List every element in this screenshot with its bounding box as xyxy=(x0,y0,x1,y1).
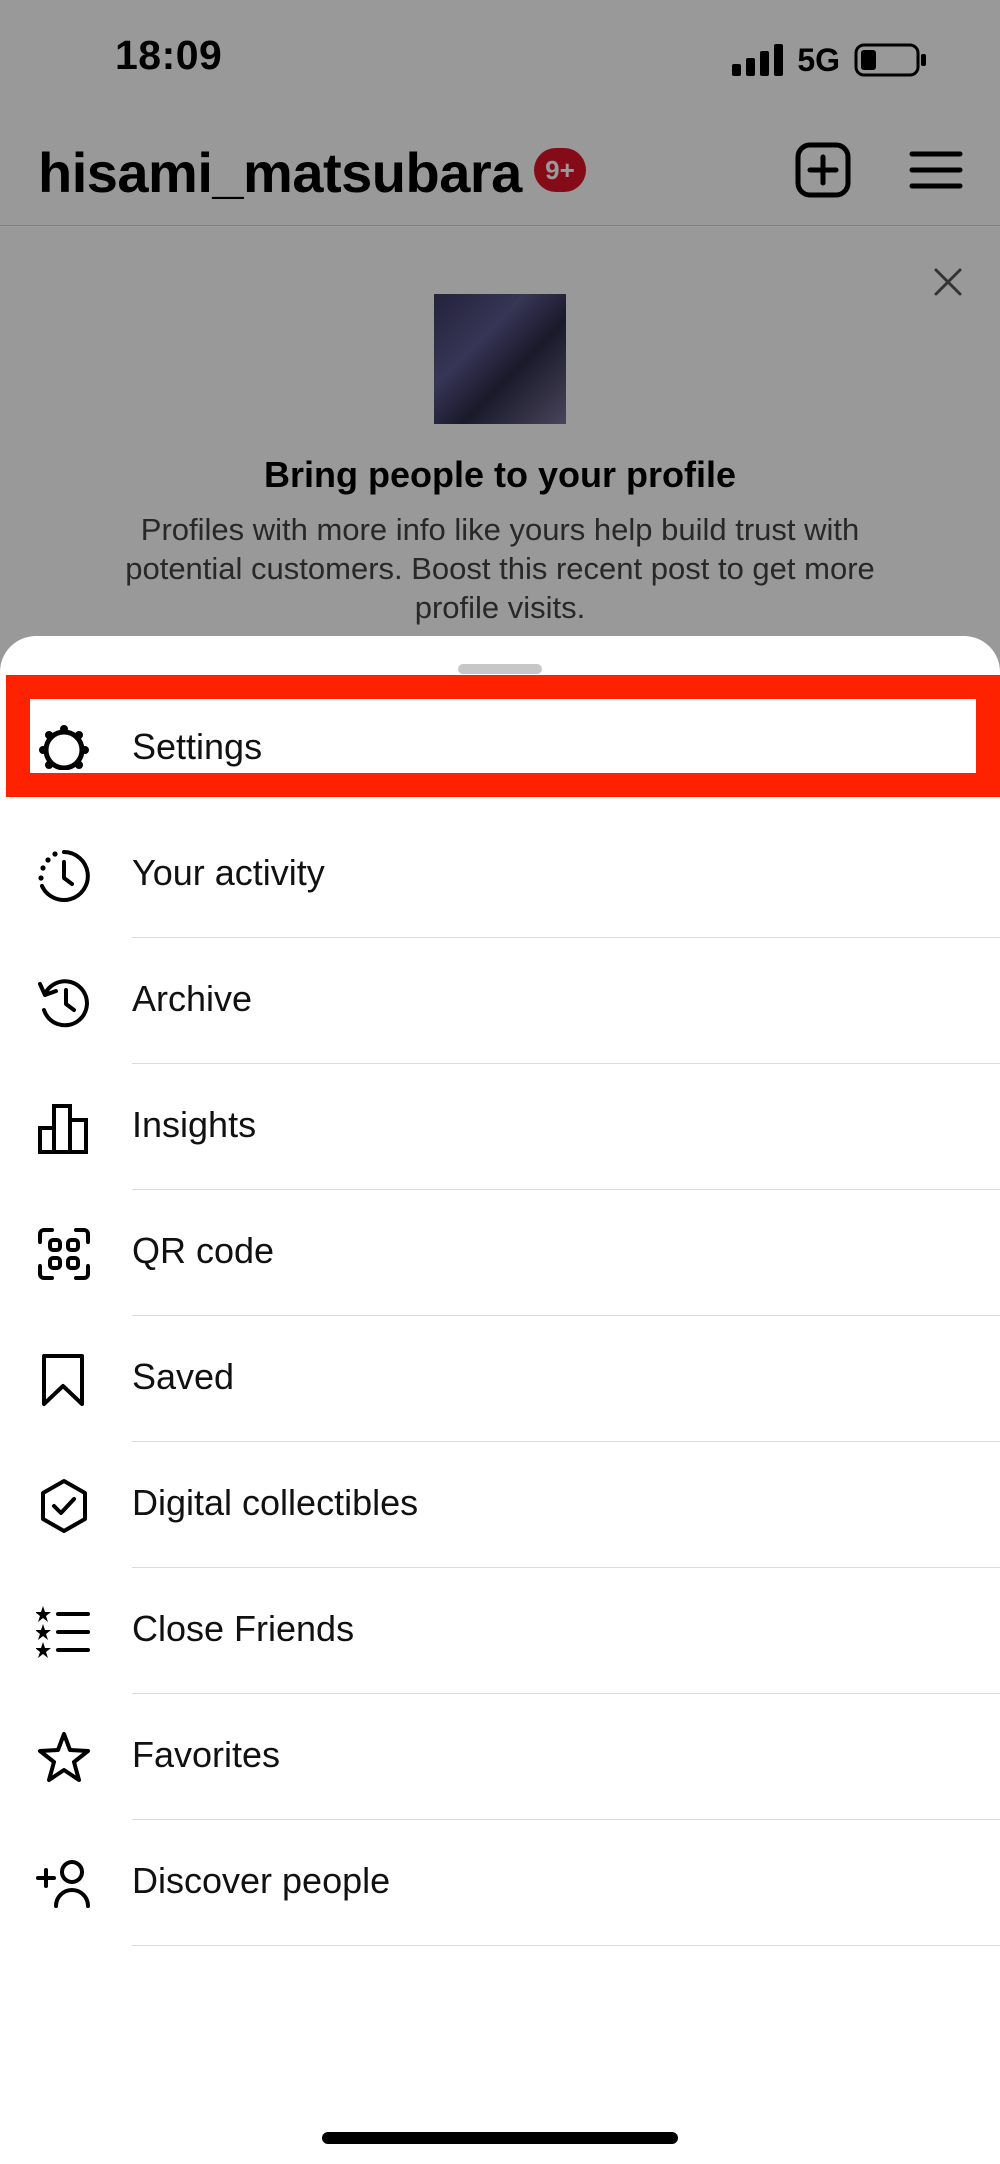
menu-item-archive[interactable]: Archive xyxy=(0,938,1000,1064)
menu-item-close-friends[interactable]: Close Friends xyxy=(0,1568,1000,1694)
menu-item-digital-collectibles[interactable]: Digital collectibles xyxy=(0,1442,1000,1568)
menu-item-label: Discover people xyxy=(132,1860,391,1901)
menu-item-favorites[interactable]: Favorites xyxy=(0,1694,1000,1820)
menu-item-qr-code[interactable]: QR code xyxy=(0,1190,1000,1316)
star-list-icon xyxy=(36,1606,90,1658)
qr-code-icon xyxy=(38,1228,90,1280)
menu-item-saved[interactable]: Saved xyxy=(0,1316,1000,1442)
shield-check-icon xyxy=(41,1479,87,1533)
menu-item-label: Favorites xyxy=(132,1734,281,1775)
bar-chart-icon xyxy=(38,1104,88,1154)
menu-item-discover-people[interactable]: Discover people xyxy=(0,1820,1000,1946)
menu-item-your-activity[interactable]: Your activity xyxy=(0,812,1000,938)
star-icon xyxy=(38,1732,90,1782)
menu-item-label: Archive xyxy=(132,978,253,1019)
menu-item-label: Close Friends xyxy=(132,1608,355,1649)
menu-item-label: Your activity xyxy=(132,852,325,893)
menu-item-label: Digital collectibles xyxy=(132,1482,419,1523)
menu-item-label: Insights xyxy=(132,1104,257,1145)
settings-highlight-box xyxy=(6,675,1000,797)
menu-item-insights[interactable]: Insights xyxy=(0,1064,1000,1190)
archive-history-icon xyxy=(38,979,89,1028)
profile-menu-sheet: Settings Your activity Archive Insights xyxy=(0,636,1000,2164)
menu-item-label: QR code xyxy=(132,1230,275,1271)
add-person-icon xyxy=(36,1860,90,1908)
home-indicator[interactable] xyxy=(322,2132,678,2144)
bookmark-icon xyxy=(42,1354,84,1406)
activity-icon xyxy=(38,850,90,902)
menu-item-label: Saved xyxy=(132,1356,235,1397)
sheet-grabber[interactable] xyxy=(458,664,542,674)
menu-divider xyxy=(132,1945,1000,1946)
settings-highlight-inner-border xyxy=(30,699,976,773)
